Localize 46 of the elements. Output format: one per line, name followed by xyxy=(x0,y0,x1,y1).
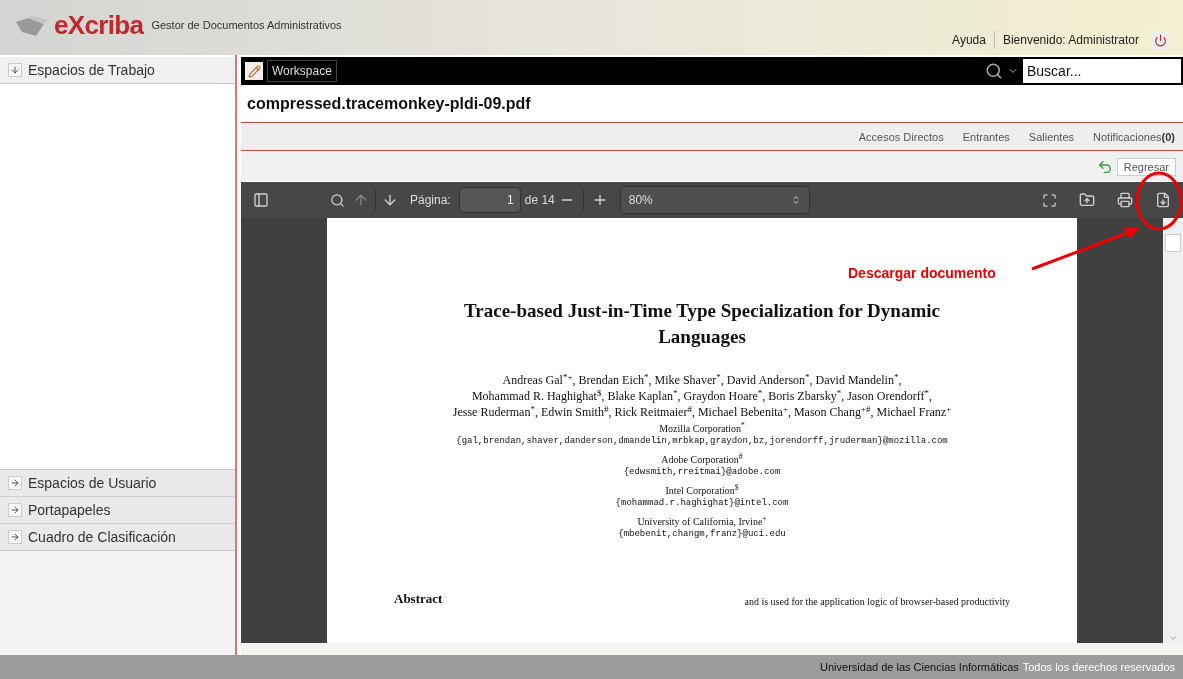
nav-link[interactable]: Salientes xyxy=(1028,128,1075,146)
author-line: Andreas Gal$^{*+}$, Brendan Eich$^{*}$, Mike Shaver$^{*}$, David Anderson$^{*}$, David Mandelin$^{*}$, xyxy=(502,372,902,388)
power-icon[interactable] xyxy=(1151,31,1169,49)
header-link[interactable]: Bienvenido: Administrator xyxy=(993,31,1147,49)
nav-link[interactable]: Notificaciones(0) xyxy=(1093,128,1175,146)
sidebar-section[interactable]: Cuadro de Clasificación xyxy=(0,524,235,551)
back-button[interactable]: Regresar xyxy=(1116,157,1176,176)
body-text: and is used for the application logic of browser-based productivity xyxy=(744,594,1010,609)
page-field[interactable]: 1 xyxy=(458,187,521,213)
nav-link[interactable]: Entrantes xyxy=(962,128,1010,146)
affiliation-name: Intel Corporation$^{$}$ xyxy=(665,484,739,497)
app-subtitle: Gestor de Documentos Administrativos xyxy=(151,18,342,33)
header-link[interactable]: Ayuda xyxy=(944,31,994,49)
paper-title: Trace-based Just-in-Time Type Specialization for Dynamic Languages xyxy=(463,299,941,349)
affiliation-name: University of California, Irvine$^{+}$ xyxy=(637,515,767,528)
pencil-icon xyxy=(245,62,263,80)
document-title: compressed.tracemonkey-pldi-09.pdf xyxy=(247,93,531,114)
logo-text: eXcriba xyxy=(54,11,144,38)
page-label: Página: xyxy=(410,192,451,209)
author-line: Mohammad R. Haghighat$^{$}$, Blake Kaplan$^{*}$, Graydon Hoare$^{*}$, Boris Zbarsky$^{*}$, Jason Orendorff$^{*}$, xyxy=(471,388,933,404)
arrow-down-icon xyxy=(8,63,22,77)
sidebar-section[interactable]: Portapapeles xyxy=(0,497,235,524)
affiliation-name: Adobe Corporation$^{#}$ xyxy=(661,453,743,466)
arrow-right-icon xyxy=(8,503,22,517)
affiliation-email: {mohammad.r.haghighat}@intel.com xyxy=(615,497,789,510)
search-field[interactable]: Buscar... xyxy=(1023,59,1181,83)
affiliation-email: {mbebenit,changm,franz}@uci.edu xyxy=(618,528,786,541)
affiliation-name: Mozilla Corporation$^{*}$ xyxy=(659,422,745,435)
author-line: Jesse Ruderman$^{*}$, Edwin Smith$^{#}$, Rick Reitmaier$^{#}$, Michael Bebenita$^{+}$, Mason Chang$^{+#}$, Michael Franz$^{+}$ xyxy=(452,404,952,420)
rights-text: Todos los derechos reservados xyxy=(1022,659,1175,675)
nav-link[interactable]: Accesos Directos xyxy=(858,128,944,146)
abstract-heading: Abstract xyxy=(394,590,443,608)
sidebar-section[interactable]: Espacios de Usuario xyxy=(0,470,235,497)
select-arrows-icon xyxy=(790,195,801,205)
arrow-right-icon xyxy=(8,530,22,544)
affiliation-email: {gal,brendan,shaver,danderson,dmandelin,mrbkap,graydon,bz,jorendorff,jruderman}@mozilla.com xyxy=(456,435,948,448)
institution-text: Universidad de las Ciencias Informáticas xyxy=(820,659,1019,675)
search-icon[interactable] xyxy=(985,62,1003,80)
arrow-right-icon xyxy=(8,476,22,490)
zoom-select[interactable]: 80% xyxy=(619,186,810,214)
scroll-thumb[interactable] xyxy=(1165,234,1181,252)
sidebar-section[interactable]: Espacios de Trabajo xyxy=(0,57,235,84)
workspace-tab[interactable]: Workspace xyxy=(267,60,337,82)
page-total: de 14 xyxy=(524,192,555,209)
back-arrow-icon xyxy=(1096,158,1113,175)
affiliation-email: {edwsmith,rreitmai}@adobe.com xyxy=(623,466,781,479)
